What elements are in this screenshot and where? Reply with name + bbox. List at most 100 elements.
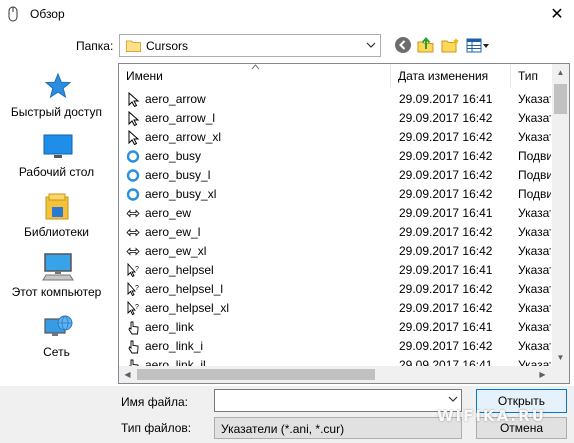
- column-name[interactable]: Имени: [119, 64, 391, 88]
- svg-text:?: ?: [135, 266, 139, 273]
- file-row[interactable]: ? aero_helpsel_xl 29.09.2017 16:42 Указат: [119, 299, 551, 318]
- up-folder-button[interactable]: [417, 36, 435, 54]
- file-name: aero_busy_xl: [145, 187, 217, 201]
- place-this-pc[interactable]: Этот компьютер: [0, 251, 113, 311]
- place-network[interactable]: Сеть: [0, 311, 113, 371]
- vertical-scroll-thumb[interactable]: [554, 84, 567, 114]
- file-date: 29.09.2017 16:42: [399, 301, 493, 315]
- folder-label: Папка:: [76, 39, 114, 53]
- filename-input[interactable]: [214, 389, 462, 412]
- help-cursor-icon: ?: [127, 301, 139, 316]
- file-type: Указат: [518, 206, 551, 220]
- folder-combo[interactable]: Cursors: [119, 34, 381, 57]
- title-bar: Обзор ✕: [0, 0, 574, 30]
- filetype-label: Тип файлов:: [121, 421, 192, 435]
- file-row[interactable]: aero_busy_l 29.09.2017 16:42 Подви: [119, 166, 551, 185]
- column-type-label: Тип: [518, 69, 539, 83]
- horizontal-scroll-thumb[interactable]: [137, 369, 375, 380]
- file-row[interactable]: aero_link 29.09.2017 16:41 Указат: [119, 318, 551, 337]
- filename-label: Имя файла:: [121, 395, 188, 409]
- file-type: Подви: [518, 149, 551, 163]
- file-date: 29.09.2017 16:41: [399, 92, 493, 106]
- place-desktop[interactable]: Рабочий стол: [0, 131, 113, 191]
- close-button[interactable]: ✕: [542, 2, 572, 28]
- file-name: aero_link_i: [145, 339, 204, 353]
- file-row[interactable]: ? aero_helpsel 29.09.2017 16:41 Указат: [119, 261, 551, 280]
- view-menu-button[interactable]: [466, 38, 490, 54]
- file-row[interactable]: ? aero_helpsel_l 29.09.2017 16:42 Указат: [119, 280, 551, 299]
- column-date[interactable]: Дата изменения: [391, 64, 511, 88]
- file-row[interactable]: aero_ew_l 29.09.2017 16:42 Указат: [119, 223, 551, 242]
- file-date: 29.09.2017 16:42: [399, 339, 493, 353]
- watermark-logo: WIFIKA.RU: [437, 407, 546, 425]
- file-type: Указат: [518, 320, 551, 334]
- file-type: Подви: [518, 187, 551, 201]
- file-name: aero_ew_xl: [145, 244, 207, 258]
- scroll-up-icon[interactable]: ▲: [552, 64, 569, 81]
- file-type: Указат: [518, 263, 551, 277]
- file-row[interactable]: aero_busy_xl 29.09.2017 16:42 Подви: [119, 185, 551, 204]
- busy-cursor-icon: [126, 188, 140, 201]
- file-name: aero_busy: [145, 149, 202, 163]
- back-arrow-icon: [399, 40, 406, 50]
- file-row[interactable]: aero_arrow_xl 29.09.2017 16:42 Указат: [119, 128, 551, 147]
- desktop-icon: [43, 134, 73, 158]
- back-button[interactable]: [395, 37, 411, 53]
- place-label: Библиотеки: [23, 225, 89, 239]
- busy-cursor-icon: [126, 150, 140, 163]
- file-name: aero_helpsel: [145, 263, 214, 277]
- filetype-select[interactable]: Указатели (*.ani, *.cur): [214, 417, 462, 439]
- view-grid-icon: [466, 38, 489, 53]
- column-header: Имени Дата изменения Тип: [119, 64, 569, 88]
- folder-icon: [126, 40, 141, 52]
- scroll-down-icon[interactable]: ▼: [552, 349, 569, 366]
- file-name: aero_link: [145, 320, 194, 334]
- file-list[interactable]: Имени Дата изменения Тип aero_arrow 29.09…: [118, 63, 570, 384]
- svg-text:?: ?: [135, 285, 139, 292]
- file-row[interactable]: aero_arrow_l 29.09.2017 16:42 Указат: [119, 109, 551, 128]
- vertical-scrollbar[interactable]: ▲ ▼: [552, 64, 569, 366]
- file-row[interactable]: aero_busy 29.09.2017 16:42 Подви: [119, 147, 551, 166]
- scroll-right-icon[interactable]: ▶: [534, 366, 551, 383]
- chevron-down-icon: [366, 42, 376, 48]
- column-name-label: Имени: [126, 69, 163, 83]
- sort-up-icon: [251, 64, 260, 70]
- file-row[interactable]: aero_ew_xl 29.09.2017 16:42 Указат: [119, 242, 551, 261]
- arrow-cursor-icon: [128, 111, 140, 126]
- column-type[interactable]: Тип: [511, 64, 552, 88]
- file-date: 29.09.2017 16:42: [399, 225, 493, 239]
- scroll-left-icon[interactable]: ◀: [119, 366, 136, 383]
- network-icon: [44, 315, 73, 336]
- file-date: 29.09.2017 16:42: [399, 282, 493, 296]
- file-name: aero_ew: [145, 206, 192, 220]
- computer-icon: [42, 253, 74, 281]
- file-row[interactable]: aero_ew 29.09.2017 16:41 Указат: [119, 204, 551, 223]
- places-bar: Быстрый доступ Рабочий стол Библиотеки Э…: [0, 63, 113, 385]
- place-quick-access[interactable]: Быстрый доступ: [0, 69, 113, 129]
- column-date-label: Дата изменения: [398, 69, 489, 83]
- place-libraries[interactable]: Библиотеки: [0, 191, 113, 251]
- file-type: Указат: [518, 301, 551, 315]
- scrollbar-corner: [552, 366, 569, 383]
- filetype-value: Указатели (*.ani, *.cur): [221, 422, 345, 436]
- horizontal-scrollbar[interactable]: ◀ ▶: [119, 366, 569, 383]
- file-row[interactable]: aero_arrow 29.09.2017 16:41 Указат: [119, 90, 551, 109]
- window-title: Обзор: [30, 7, 65, 21]
- new-folder-button[interactable]: [441, 36, 461, 54]
- libraries-icon: [45, 193, 69, 220]
- hand-cursor-icon: [128, 321, 139, 335]
- file-type: Указат: [518, 282, 551, 296]
- chevron-down-icon[interactable]: [448, 394, 458, 404]
- mouse-icon: [8, 6, 18, 22]
- file-type: Указат: [518, 92, 551, 106]
- file-name: aero_busy_l: [145, 168, 211, 182]
- file-type: Указат: [518, 339, 551, 353]
- file-name: aero_helpsel_xl: [145, 301, 230, 315]
- file-date: 29.09.2017 16:42: [399, 111, 493, 125]
- file-date: 29.09.2017 16:42: [399, 244, 493, 258]
- resize-ew-cursor-icon: [126, 247, 140, 256]
- arrow-cursor-icon: [128, 130, 140, 145]
- file-date: 29.09.2017 16:41: [399, 320, 493, 334]
- hand-cursor-icon: [128, 340, 139, 354]
- file-row[interactable]: aero_link_i 29.09.2017 16:42 Указат: [119, 337, 551, 356]
